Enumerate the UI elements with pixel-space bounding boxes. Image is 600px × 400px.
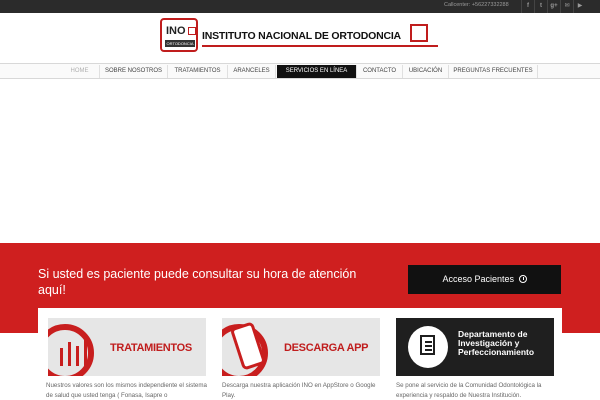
banner-text: Si usted es paciente puede consultar su … bbox=[38, 267, 357, 297]
google-plus-icon[interactable]: g+ bbox=[547, 0, 560, 13]
logo-square-icon bbox=[188, 27, 196, 35]
hero-slider bbox=[0, 80, 600, 243]
document-icon bbox=[408, 326, 448, 368]
nav-item-servicios-en-linea[interactable]: Servicios en Línea bbox=[277, 65, 357, 78]
nav-item-aranceles[interactable]: Aranceles bbox=[228, 65, 276, 78]
youtube-icon[interactable]: ▶ bbox=[573, 0, 586, 13]
site-logo[interactable]: INO ORTODONCIA INSTITUTO NACIONAL DE ORT… bbox=[160, 18, 440, 56]
twitter-icon[interactable]: t bbox=[534, 0, 547, 13]
acceso-pacientes-button[interactable]: Acceso Pacientes bbox=[408, 265, 561, 294]
tratamientos-label: TRATAMIENTOS bbox=[110, 342, 192, 354]
main-nav: Home Sobre Nosotros Tratamientos Arancel… bbox=[0, 63, 600, 79]
investigacion-card-image[interactable]: Departamento de Investigación y Perfecci… bbox=[396, 318, 554, 376]
descarga-app-label: DESCARGA APP bbox=[284, 342, 369, 354]
acceso-pacientes-label: Acceso Pacientes bbox=[442, 274, 515, 284]
descarga-app-card-image[interactable]: DESCARGA APP bbox=[222, 318, 380, 376]
investigacion-label: Departamento de Investigación y Perfecci… bbox=[458, 329, 535, 357]
nav-item-tratamientos[interactable]: Tratamientos bbox=[168, 65, 228, 78]
nav-item-home[interactable]: Home bbox=[60, 65, 100, 78]
nav-item-ubicacion[interactable]: Ubicación bbox=[403, 65, 449, 78]
logo-ino-text: INO bbox=[166, 25, 186, 37]
logo-end-square-icon bbox=[410, 24, 428, 42]
facebook-icon[interactable]: f bbox=[521, 0, 534, 13]
top-bar: Callcenter: +56227332288 f t g+ ✉ ▶ bbox=[0, 0, 600, 13]
tratamientos-card-image[interactable]: TRATAMIENTOS bbox=[48, 318, 206, 376]
investigacion-text: Se pone al servicio de la Comunidad Odon… bbox=[396, 382, 542, 399]
nav-item-sobre-nosotros[interactable]: Sobre Nosotros bbox=[100, 65, 168, 78]
logo-underline bbox=[202, 45, 438, 47]
callcenter-phone: Callcenter: +56227332288 bbox=[444, 2, 509, 8]
descarga-app-text: Descarga nuestra aplicación INO en AppSt… bbox=[222, 382, 376, 399]
nav-item-preguntas-frecuentes[interactable]: Preguntas Frecuentes bbox=[449, 65, 538, 78]
logo-title: INSTITUTO NACIONAL DE ORTODONCIA bbox=[202, 30, 401, 42]
logo-mark: INO ORTODONCIA bbox=[160, 18, 198, 52]
logo-subtitle: ORTODONCIA bbox=[165, 40, 195, 47]
nav-item-contacto[interactable]: Contacto bbox=[357, 65, 403, 78]
tratamientos-text: Nuestros valores son los mismos independ… bbox=[46, 382, 207, 399]
dental-tools-icon bbox=[56, 336, 96, 366]
clock-icon bbox=[518, 275, 527, 283]
email-icon[interactable]: ✉ bbox=[560, 0, 573, 13]
